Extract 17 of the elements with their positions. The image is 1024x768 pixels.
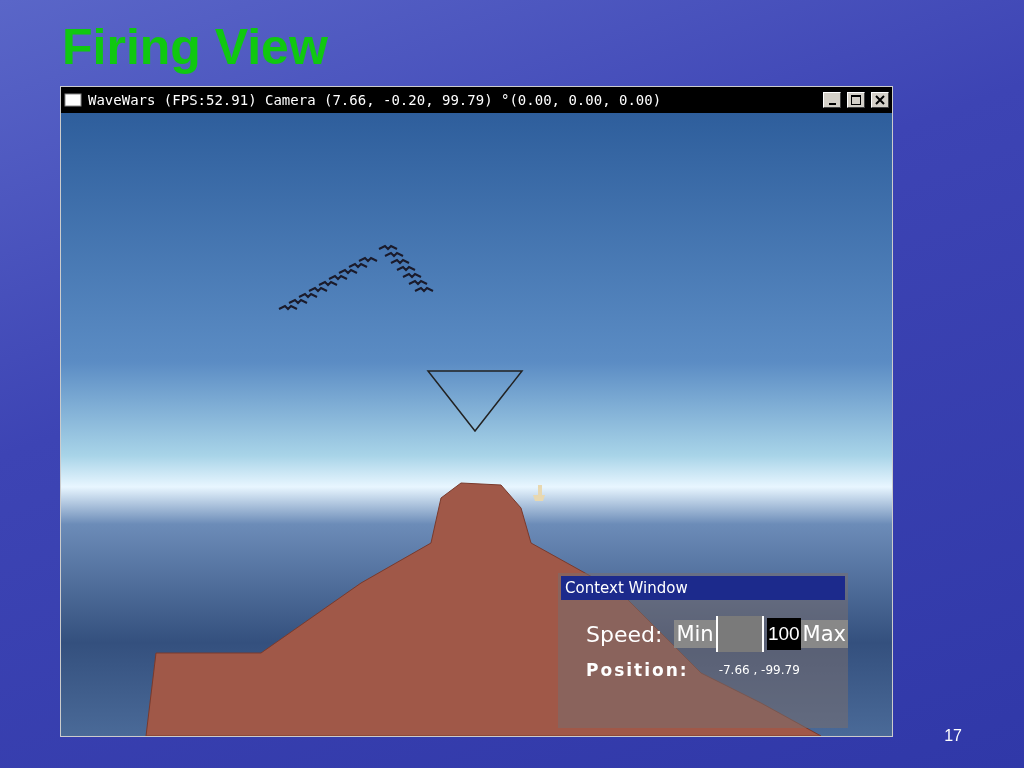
position-value: -7.66 , -99.79 [718, 663, 800, 677]
speed-min-label: Min [674, 620, 716, 648]
page-number: 17 [944, 727, 962, 745]
speed-max-label: Max [800, 620, 848, 648]
window-icon [64, 93, 82, 107]
position-label: Position: [586, 660, 689, 680]
minimize-icon [828, 103, 836, 105]
window-title: WaveWars (FPS:52.91) Camera (7.66, -0.20, 99.79) °(0.00, 0.00, 0.00) [88, 92, 663, 108]
close-icon [875, 95, 885, 105]
slide-title: Firing View [62, 22, 328, 72]
maximize-icon [851, 95, 861, 105]
maximize-button[interactable] [847, 92, 865, 108]
close-button[interactable] [871, 92, 889, 108]
minimize-button[interactable] [823, 92, 841, 108]
context-window-title: Context Window [561, 576, 845, 600]
speed-value: 100 [766, 618, 801, 650]
speed-label: Speed: [586, 621, 663, 647]
